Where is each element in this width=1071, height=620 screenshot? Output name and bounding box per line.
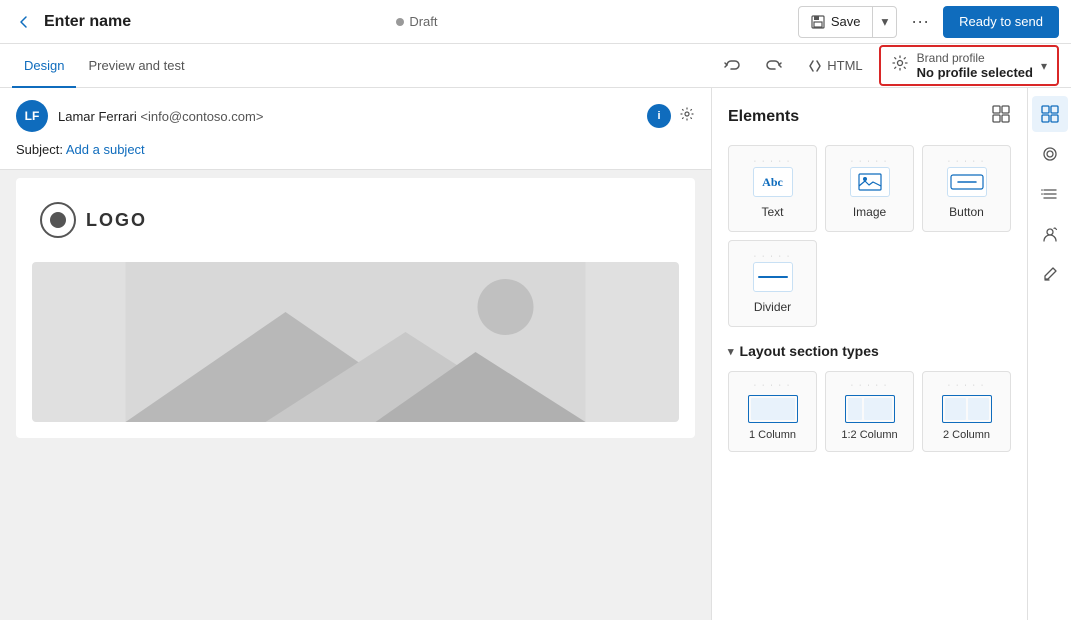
save-dropdown-button[interactable]: ▾ xyxy=(872,7,896,37)
layout-section-title: ▾ Layout section types xyxy=(728,343,1011,359)
layout-grid: · · · · · 1 Column · · · · · 1:2 Column xyxy=(728,371,1011,452)
save-button[interactable]: Save xyxy=(799,7,873,37)
layout-1-2col[interactable]: · · · · · 1:2 Column xyxy=(825,371,914,452)
right-panel: Elements · · · · · Abc Text xyxy=(711,88,1071,620)
settings-button[interactable] xyxy=(679,104,695,128)
element-text[interactable]: · · · · · Abc Text xyxy=(728,145,817,232)
save-button-group: Save ▾ xyxy=(798,6,897,38)
layout-2col-label: 2 Column xyxy=(943,429,990,441)
text-element-icon: Abc xyxy=(753,167,793,197)
more-options-button[interactable]: ··· xyxy=(903,7,937,36)
header-icons: i xyxy=(647,104,695,128)
logo-inner-circle xyxy=(50,212,66,228)
tab-bar: Design Preview and test HTML Brand profi… xyxy=(0,44,1071,88)
elements-grid: · · · · · Abc Text · · · · · xyxy=(728,145,1011,327)
sidebar-personalize-button[interactable] xyxy=(1032,216,1068,252)
email-body-wrapper: LOGO xyxy=(0,170,711,446)
logo-circle-icon xyxy=(40,202,76,238)
layout-1col-preview xyxy=(748,395,798,423)
layout-1-2col-preview xyxy=(845,395,895,423)
elements-panel: Elements · · · · · Abc Text xyxy=(712,88,1027,620)
draft-label: Draft xyxy=(409,14,437,29)
layout-1-2col-label: 1:2 Column xyxy=(841,429,897,441)
layout-2col-preview xyxy=(942,395,992,423)
image-placeholder[interactable] xyxy=(32,262,679,422)
layout-2col[interactable]: · · · · · 2 Column xyxy=(922,371,1011,452)
brand-profile-button[interactable]: Brand profile No profile selected ▾ xyxy=(879,45,1059,86)
element-divider[interactable]: · · · · · Divider xyxy=(728,240,817,327)
page-title: Enter name xyxy=(44,13,388,31)
button-element-icon xyxy=(947,167,987,197)
sender-email: <info@contoso.com> xyxy=(140,109,263,124)
sender-info: Lamar Ferrari <info@contoso.com> xyxy=(58,109,637,124)
top-actions: Save ▾ ··· Ready to send xyxy=(798,6,1059,38)
info-button[interactable]: i xyxy=(647,104,671,128)
sidebar-elements-button[interactable] xyxy=(1032,96,1068,132)
top-bar: Enter name Draft Save ▾ ··· Ready to sen… xyxy=(0,0,1071,44)
back-button[interactable] xyxy=(12,10,36,34)
sidebar-layers-button[interactable] xyxy=(1032,136,1068,172)
layout-1col[interactable]: · · · · · 1 Column xyxy=(728,371,817,452)
html-button[interactable]: HTML xyxy=(799,54,870,78)
logo-text: LOGO xyxy=(86,210,147,231)
brand-profile-value: No profile selected xyxy=(917,65,1033,80)
gear-icon xyxy=(891,54,909,77)
divider-element-icon xyxy=(753,262,793,292)
avatar: LF xyxy=(16,100,48,132)
sender-name: Lamar Ferrari <info@contoso.com> xyxy=(58,109,263,124)
add-subject-link[interactable]: Add a subject xyxy=(66,142,145,157)
brand-profile-title: Brand profile xyxy=(917,51,1033,65)
image-element-icon xyxy=(850,167,890,197)
tab-design[interactable]: Design xyxy=(12,44,76,88)
main-layout: LF Lamar Ferrari <info@contoso.com> i xyxy=(0,88,1071,620)
sidebar-brush-button[interactable] xyxy=(1032,256,1068,292)
draft-dot xyxy=(396,18,404,26)
panel-icon xyxy=(991,104,1011,129)
tab-bar-right: HTML Brand profile No profile selected ▾ xyxy=(715,44,1059,87)
redo-button[interactable] xyxy=(757,53,791,79)
subject-row: Subject: Add a subject xyxy=(16,142,695,157)
sidebar-list-button[interactable] xyxy=(1032,176,1068,212)
chevron-down-icon: ▾ xyxy=(1041,59,1047,73)
element-button[interactable]: · · · · · Button xyxy=(922,145,1011,232)
far-right-sidebar xyxy=(1027,88,1071,620)
email-body: LOGO xyxy=(16,178,695,438)
button-element-label: Button xyxy=(949,205,984,219)
undo-button[interactable] xyxy=(715,53,749,79)
subject-label: Subject: xyxy=(16,142,63,157)
text-element-label: Text xyxy=(761,205,783,219)
tab-preview[interactable]: Preview and test xyxy=(76,44,196,88)
element-image[interactable]: · · · · · Image xyxy=(825,145,914,232)
save-label: Save xyxy=(831,14,861,29)
ready-to-send-button[interactable]: Ready to send xyxy=(943,6,1059,38)
sender-row: LF Lamar Ferrari <info@contoso.com> i xyxy=(16,100,695,132)
elements-panel-title: Elements xyxy=(728,104,1011,129)
layout-1col-label: 1 Column xyxy=(749,429,796,441)
tab-bar-left: Design Preview and test xyxy=(12,44,715,87)
email-content: LF Lamar Ferrari <info@contoso.com> i xyxy=(0,88,711,446)
email-header: LF Lamar Ferrari <info@contoso.com> i xyxy=(0,88,711,170)
logo-section: LOGO xyxy=(16,178,695,262)
image-element-label: Image xyxy=(853,205,886,219)
draft-badge: Draft xyxy=(396,14,437,29)
chevron-icon: ▾ xyxy=(728,345,734,358)
email-editor-panel: LF Lamar Ferrari <info@contoso.com> i xyxy=(0,88,711,620)
divider-element-label: Divider xyxy=(754,300,791,314)
